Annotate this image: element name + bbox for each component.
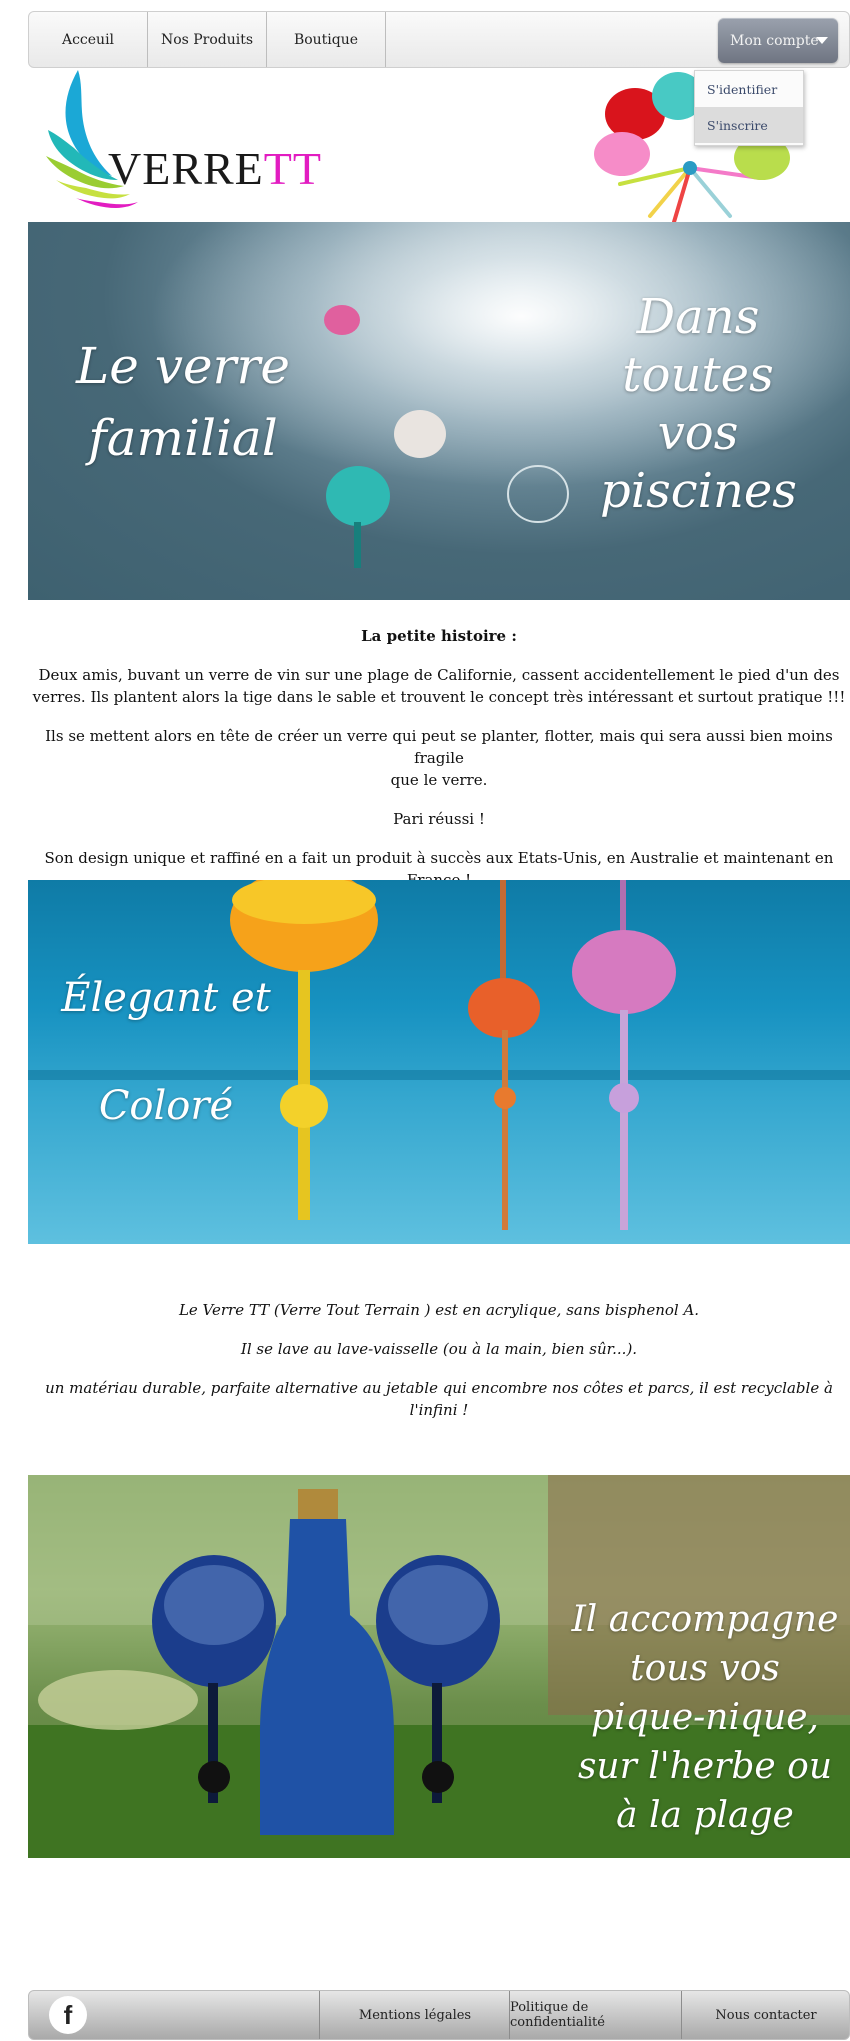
story-paragraph-2: Ils se mettent alors en tête de créer un… <box>45 727 833 789</box>
story-section: La petite histoire : Deux amis, buvant u… <box>28 625 850 891</box>
footer-link-mentions-legales[interactable]: Mentions légales <box>319 1991 510 2039</box>
underwater-banner: Élegant et Coloré <box>28 880 850 1244</box>
account-dropdown-button[interactable]: Mon compte <box>718 18 838 63</box>
logo[interactable]: VERRETT <box>42 68 321 218</box>
story-paragraph-1: Deux amis, buvant un verre de vin sur un… <box>32 666 846 706</box>
banner1-left-text: Le verre familial <box>76 337 290 467</box>
underwater-glasses-image <box>28 880 850 1230</box>
feature-paragraph-3: un matériau durable, parfaite alternativ… <box>45 1379 833 1419</box>
menu-item-sidentifier[interactable]: S'identifier <box>695 71 803 107</box>
menu-item-sinscrire[interactable]: S'inscrire <box>695 107 803 143</box>
nav-item-boutique[interactable]: Boutique <box>267 12 386 67</box>
footer-link-nous-contacter[interactable]: Nous contacter <box>681 1991 850 2039</box>
banner2-line1: Élegant et <box>61 975 271 1021</box>
footer-bar: f Mentions légales Politique de confiden… <box>28 1990 850 2040</box>
feature-paragraph-2: Il se lave au lave-vaisselle (ou à la ma… <box>240 1340 638 1358</box>
story-paragraph-3: Pari réussi ! <box>393 810 485 828</box>
features-section: Le Verre TT (Verre Tout Terrain ) est en… <box>28 1299 850 1421</box>
picnic-banner: Il accompagne tous vos pique-nique, sur … <box>28 1475 850 1858</box>
logo-wordmark: VERRETT <box>108 143 322 194</box>
banner3-text: Il accompagne tous vos pique-nique, sur … <box>571 1599 839 1836</box>
banner2-line2: Coloré <box>98 1083 234 1129</box>
facebook-icon[interactable]: f <box>49 1996 87 2034</box>
account-dropdown-menu: S'identifier S'inscrire <box>694 70 804 146</box>
pool-banner: Le verre familial Dans toutes vos piscin… <box>28 222 850 600</box>
feature-paragraph-1: Le Verre TT (Verre Tout Terrain ) est en… <box>178 1301 700 1319</box>
caret-down-icon <box>816 37 828 44</box>
banner1-right-text: Dans toutes vos piscines <box>600 289 797 519</box>
nav-item-accueil[interactable]: Acceuil <box>29 12 148 67</box>
account-button-label: Mon compte <box>730 32 819 49</box>
story-title: La petite histoire : <box>361 627 517 645</box>
nav-item-nos-produits[interactable]: Nos Produits <box>148 12 267 67</box>
top-navigation: Acceuil Nos Produits Boutique Mon compte <box>28 11 850 68</box>
footer-link-politique-confidentialite[interactable]: Politique de confidentialité <box>509 1991 682 2039</box>
